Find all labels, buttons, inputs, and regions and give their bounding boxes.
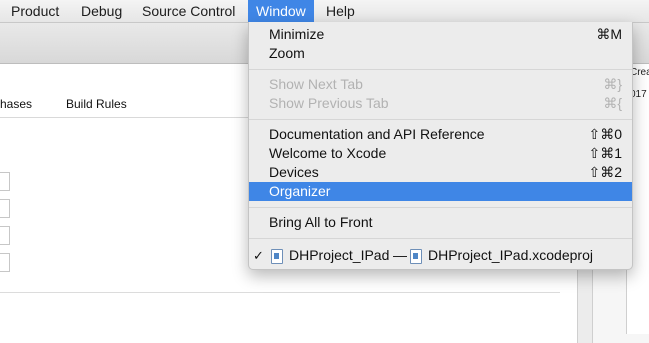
tab-build-rules[interactable]: Build Rules <box>66 97 127 111</box>
menu-item-label: Bring All to Front <box>269 214 373 230</box>
menu-separator <box>249 69 632 70</box>
shortcut-label: ⇧⌘0 <box>588 126 622 142</box>
window-entry-file: DHProject_IPad.xcodeproj <box>428 247 593 263</box>
menu-item-organizer[interactable]: Organizer <box>249 182 632 201</box>
shortcut-label: ⌘} <box>603 76 622 92</box>
xcodeproj-file-icon <box>410 249 422 264</box>
settings-field[interactable] <box>0 226 10 245</box>
menu-item-label: Devices <box>269 164 319 180</box>
shortcut-label: ⌘M <box>596 26 622 42</box>
menu-item-documentation[interactable]: Documentation and API Reference ⇧⌘0 <box>249 125 632 144</box>
menu-item-window-entry[interactable]: ✓ DHProject_IPad — DHProject_IPad.xcodep… <box>249 246 632 265</box>
menu-product[interactable]: Product <box>3 0 67 22</box>
menu-source-control[interactable]: Source Control <box>134 0 243 22</box>
menu-item-welcome[interactable]: Welcome to Xcode ⇧⌘1 <box>249 144 632 163</box>
settings-field[interactable] <box>0 253 10 272</box>
menu-separator <box>249 119 632 120</box>
window-entry-dash: — <box>393 247 407 263</box>
menu-debug[interactable]: Debug <box>73 0 130 22</box>
divider <box>0 292 560 293</box>
menu-item-label: Documentation and API Reference <box>269 126 485 142</box>
menu-item-minimize[interactable]: Minimize ⌘M <box>249 25 632 44</box>
menu-item-label: Welcome to Xcode <box>269 145 387 161</box>
shortcut-label: ⇧⌘1 <box>588 145 622 161</box>
menu-item-show-next-tab: Show Next Tab ⌘} <box>249 75 632 94</box>
shortcut-label: ⇧⌘2 <box>588 164 622 180</box>
checkmark-icon: ✓ <box>253 248 264 263</box>
menu-window[interactable]: Window <box>248 0 314 22</box>
window-entry-project: DHProject_IPad <box>289 247 390 263</box>
menu-item-label: Minimize <box>269 26 325 42</box>
menu-item-label: Zoom <box>269 45 305 61</box>
menu-item-devices[interactable]: Devices ⇧⌘2 <box>249 163 632 182</box>
tab-build-phases[interactable]: hases <box>0 97 32 111</box>
settings-field[interactable] <box>0 172 10 191</box>
menu-separator <box>249 238 632 239</box>
menu-item-label: Show Previous Tab <box>269 95 389 111</box>
menu-item-bring-all-to-front[interactable]: Bring All to Front <box>249 213 632 232</box>
settings-field[interactable] <box>0 199 10 218</box>
menu-bar: Product Debug Source Control Window Help <box>0 0 649 23</box>
menu-help[interactable]: Help <box>318 0 363 22</box>
project-file-icon <box>271 249 283 264</box>
window-menu-dropdown: Minimize ⌘M Zoom Show Next Tab ⌘} Show P… <box>248 22 633 270</box>
menu-item-label: Show Next Tab <box>269 76 363 92</box>
menu-separator <box>249 207 632 208</box>
menu-item-zoom[interactable]: Zoom <box>249 44 632 63</box>
menu-item-label: Organizer <box>269 183 331 199</box>
menu-item-show-previous-tab: Show Previous Tab ⌘{ <box>249 94 632 113</box>
shortcut-label: ⌘{ <box>603 95 622 111</box>
